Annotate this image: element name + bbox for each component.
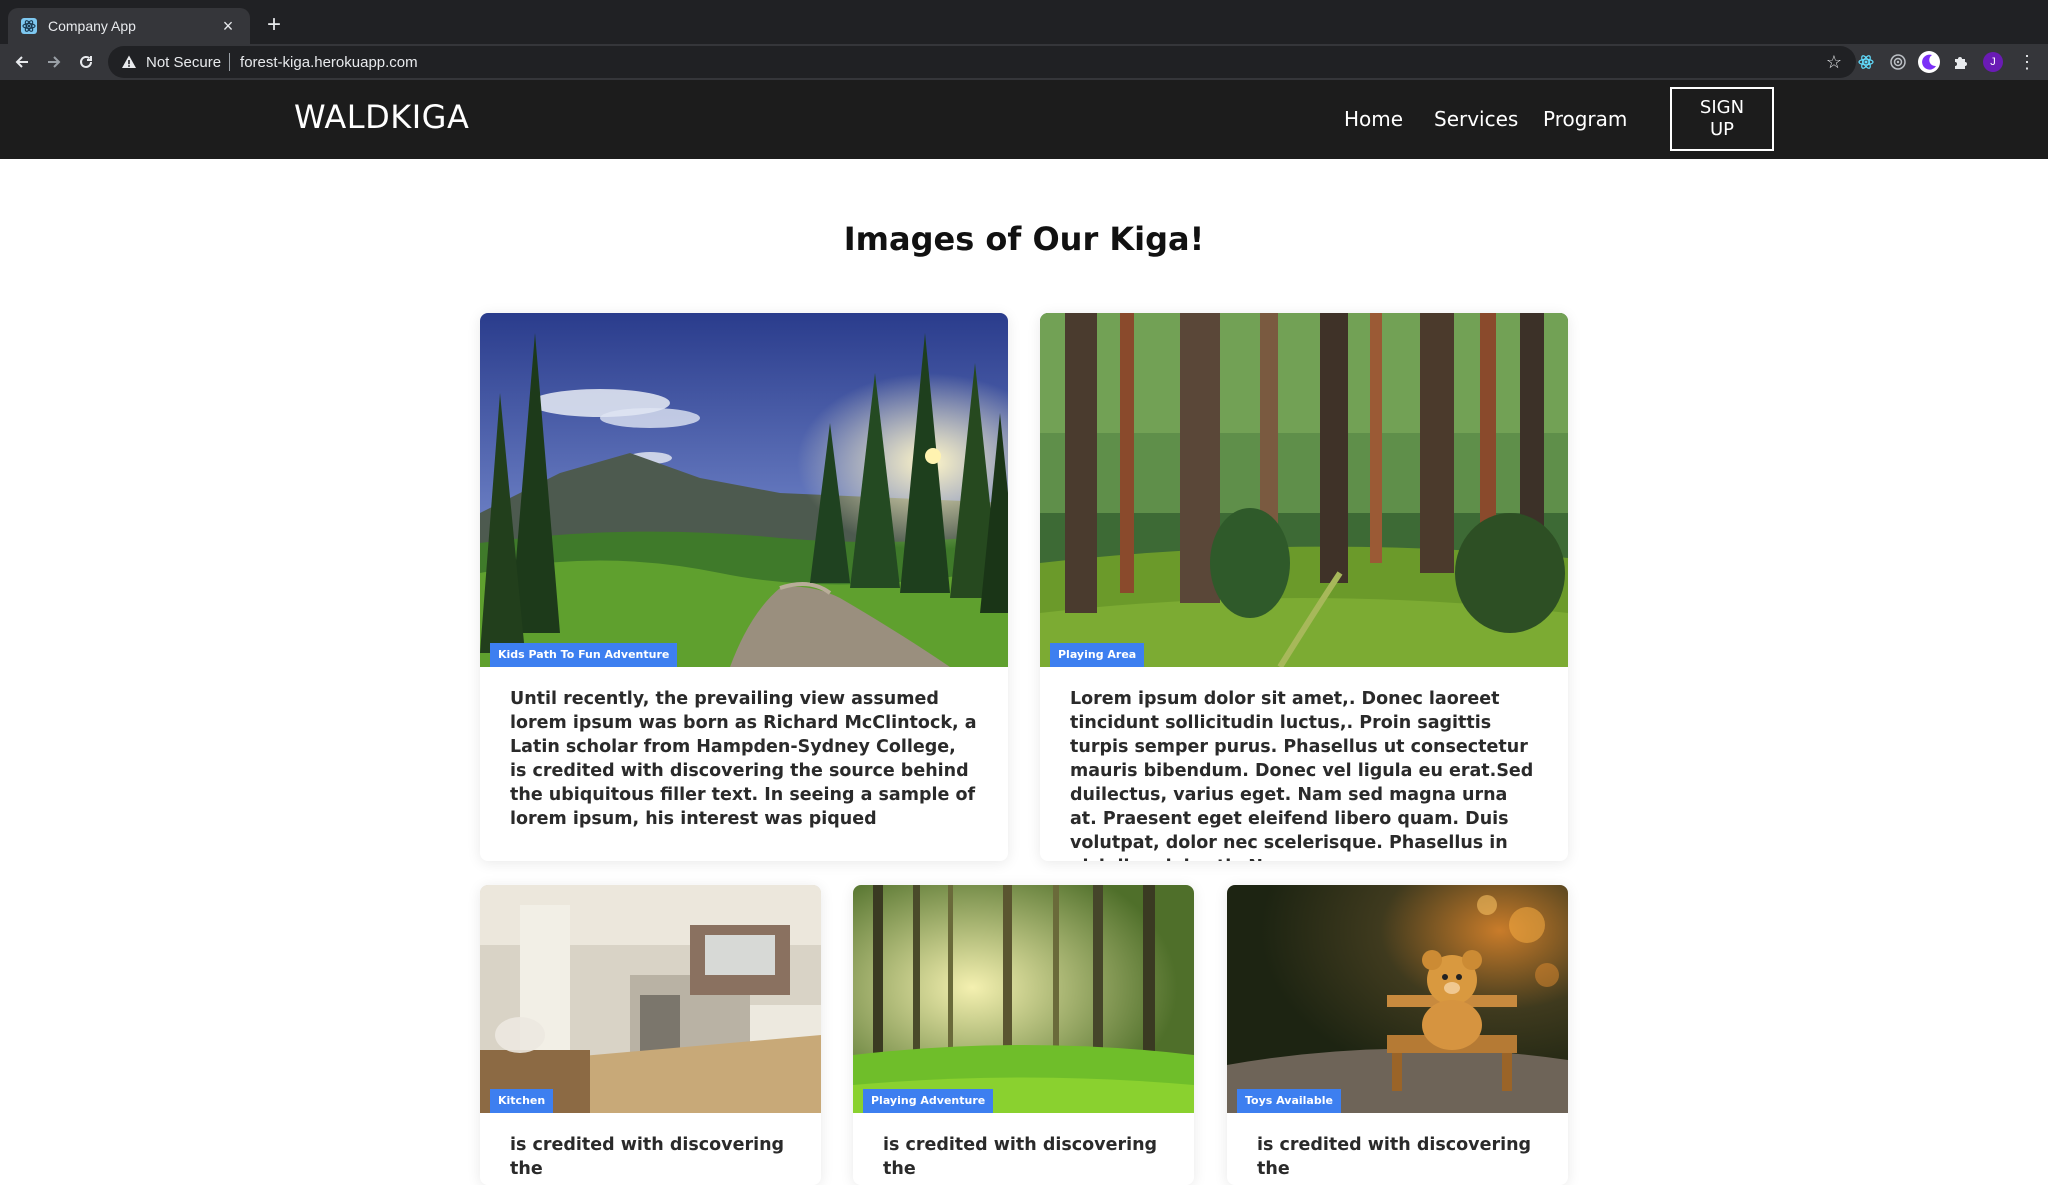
- new-tab-icon[interactable]: +: [258, 10, 290, 42]
- back-arrow-icon[interactable]: [8, 48, 36, 76]
- site-header: WALDKIGA Home Services Program SIGN UP: [0, 80, 2048, 159]
- mountain-path-image: Kids Path To Fun Adventure: [480, 313, 1008, 667]
- gallery-card[interactable]: Playing Adventure is credited with disco…: [853, 885, 1194, 1185]
- card-description: Lorem ipsum dolor sit amet,. Donec laore…: [1070, 689, 1534, 861]
- address-bar[interactable]: Not Secure forest-kiga.herokuapp.com ☆: [108, 46, 1856, 78]
- page-title: Images of Our Kiga!: [843, 220, 1205, 258]
- puzzle-extensions-icon[interactable]: [1948, 49, 1974, 75]
- browser-tabstrip: Company App × +: [0, 0, 2048, 44]
- card-description: Until recently, the prevailing view assu…: [510, 689, 977, 829]
- browser-toolbar: Not Secure forest-kiga.herokuapp.com ☆ J…: [0, 44, 2048, 80]
- teddy-bear-bench-image: Toys Available: [1227, 885, 1568, 1113]
- bookmark-star-icon[interactable]: ☆: [1826, 52, 1842, 72]
- gallery-card[interactable]: Kids Path To Fun Adventure Until recentl…: [480, 313, 1008, 861]
- card-badge: Kids Path To Fun Adventure: [490, 643, 678, 667]
- sign-up-button[interactable]: SIGN UP: [1670, 87, 1774, 151]
- card-badge: Kitchen: [490, 1089, 554, 1113]
- nav-services-link[interactable]: Services: [1434, 107, 1518, 131]
- card-badge: Playing Adventure: [863, 1089, 994, 1113]
- target-extension-icon[interactable]: [1885, 49, 1911, 75]
- reload-icon[interactable]: [72, 48, 100, 76]
- nav-home-link[interactable]: Home: [1344, 107, 1403, 131]
- nav-program-link[interactable]: Program: [1543, 107, 1627, 131]
- card-badge: Playing Area: [1050, 643, 1145, 667]
- card-description: is credited with discovering the: [883, 1135, 1158, 1179]
- card-description: is credited with discovering the: [510, 1135, 785, 1179]
- tab-close-icon[interactable]: ×: [218, 17, 238, 35]
- profile-avatar[interactable]: J: [1980, 49, 2006, 75]
- omnibox-divider: [229, 53, 231, 71]
- card-badge: Toys Available: [1237, 1089, 1341, 1113]
- gallery-card[interactable]: Toys Available is credited with discover…: [1227, 885, 1568, 1185]
- profile-initial: J: [1990, 56, 1996, 68]
- card-description: is credited with discovering the: [1257, 1135, 1532, 1179]
- react-favicon-icon: [20, 17, 38, 35]
- sunlit-forest-image: Playing Adventure: [853, 885, 1194, 1113]
- gallery-card[interactable]: Kitchen is credited with discovering the: [480, 885, 821, 1185]
- browser-tab[interactable]: Company App ×: [8, 8, 250, 44]
- site-brand-logo[interactable]: WALDKIGA: [294, 98, 469, 136]
- forest-image: Playing Area: [1040, 313, 1568, 667]
- warning-icon[interactable]: [120, 53, 138, 71]
- url-text[interactable]: forest-kiga.herokuapp.com: [240, 54, 418, 71]
- dark-mode-extension-icon[interactable]: [1916, 49, 1942, 75]
- kitchen-image: Kitchen: [480, 885, 821, 1113]
- react-devtools-extension-icon[interactable]: [1853, 49, 1879, 75]
- tab-title: Company App: [48, 18, 136, 34]
- forward-arrow-icon[interactable]: [40, 48, 68, 76]
- gallery-card[interactable]: Playing Area Lorem ipsum dolor sit amet,…: [1040, 313, 1568, 861]
- security-label[interactable]: Not Secure: [146, 54, 221, 71]
- browser-menu-icon[interactable]: ⋮: [2014, 49, 2040, 75]
